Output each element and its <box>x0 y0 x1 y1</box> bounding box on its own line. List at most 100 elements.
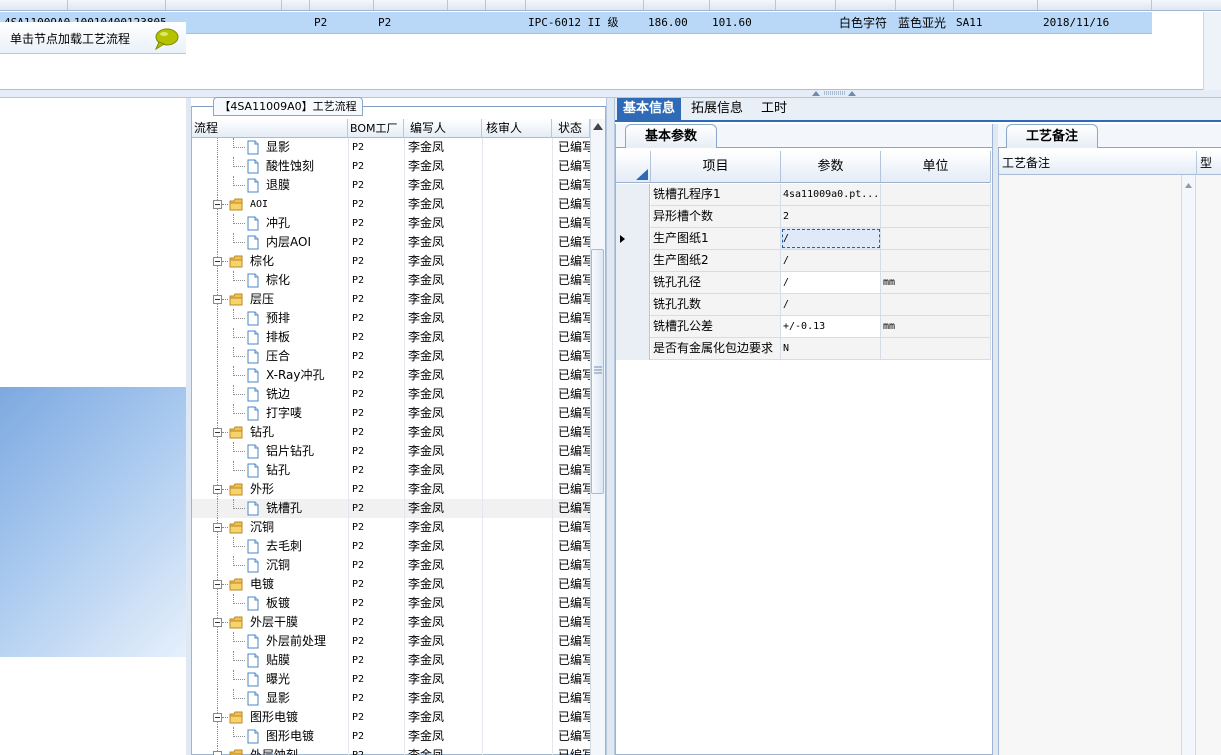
column-header-reviewer[interactable]: 核审人 <box>482 119 552 138</box>
process-tree-row[interactable]: 电镀 P2 李金凤 已编写 <box>192 575 590 594</box>
param-value-cell[interactable]: / <box>781 272 881 293</box>
process-tree-row[interactable]: 棕化 P2 李金凤 已编写 <box>192 252 590 271</box>
process-tree-row[interactable]: 退膜 P2 李金凤 已编写 <box>192 176 590 195</box>
column-header-remark[interactable]: 工艺备注 <box>999 151 1197 175</box>
row-selector[interactable] <box>616 272 650 294</box>
param-value-cell[interactable]: N <box>781 338 881 359</box>
column-header-flow[interactable]: 流程 <box>192 119 348 138</box>
row-selector[interactable] <box>616 338 650 360</box>
param-value-cell[interactable]: / <box>781 294 881 315</box>
process-tree-row[interactable]: 内层AOI P2 李金凤 已编写 <box>192 233 590 252</box>
process-tree-row[interactable]: 铣边 P2 李金凤 已编写 <box>192 385 590 404</box>
column-header-status[interactable]: 状态 <box>552 119 590 138</box>
tree-collapse-icon[interactable] <box>213 618 222 627</box>
tab-basic-params[interactable]: 基本参数 <box>625 124 717 148</box>
process-tree-row[interactable]: 板镀 P2 李金凤 已编写 <box>192 594 590 613</box>
param-row[interactable]: 异形槽个数 2 <box>616 206 991 228</box>
param-grid-corner[interactable] <box>616 151 651 183</box>
remark-grid-scrollbar[interactable] <box>1181 175 1196 755</box>
row-selector[interactable] <box>616 316 650 338</box>
process-tree-row[interactable]: 层压 P2 李金凤 已编写 <box>192 290 590 309</box>
row-selector[interactable] <box>616 294 650 316</box>
process-grid-scroll-thumb[interactable] <box>591 249 604 494</box>
tree-collapse-icon[interactable] <box>213 751 222 755</box>
splitter-grip-icon[interactable] <box>812 91 856 96</box>
process-tree-row[interactable]: 棕化 P2 李金凤 已编写 <box>192 271 590 290</box>
tree-collapse-icon[interactable] <box>213 713 222 722</box>
param-value-cell[interactable]: / <box>781 228 881 249</box>
scroll-up-arrow-icon[interactable] <box>593 123 603 130</box>
process-tree-row[interactable]: 沉铜 P2 李金凤 已编写 <box>192 556 590 575</box>
tree-collapse-icon[interactable] <box>213 295 222 304</box>
column-header-item[interactable]: 项目 <box>651 151 781 183</box>
process-step-label: 显影 <box>266 691 291 705</box>
process-tree-row[interactable]: 酸性蚀刻 P2 李金凤 已编写 <box>192 157 590 176</box>
param-row[interactable]: 生产图纸1/ <box>616 228 991 250</box>
process-tree-row[interactable]: 外层干膜 P2 李金凤 已编写 <box>192 613 590 632</box>
process-tree-row[interactable]: 打字唛 P2 李金凤 已编写 <box>192 404 590 423</box>
process-tree-row[interactable]: 钻孔 P2 李金凤 已编写 <box>192 423 590 442</box>
row-selector[interactable] <box>616 250 650 272</box>
row-selector[interactable] <box>616 184 650 206</box>
process-tree-row[interactable]: 铣槽孔 P2 李金凤 已编写 <box>192 499 590 518</box>
column-header-unit[interactable]: 单位 <box>881 151 991 183</box>
tree-collapse-icon[interactable] <box>213 257 222 266</box>
process-tree-row[interactable]: 图形电镀 P2 李金凤 已编写 <box>192 708 590 727</box>
scroll-up-arrow-icon[interactable] <box>1185 183 1192 188</box>
param-value-cell[interactable]: 2 <box>781 206 881 227</box>
param-value-cell[interactable]: / <box>781 250 881 271</box>
param-value-cell[interactable]: 4sa11009a0.pt... <box>781 184 881 205</box>
param-row[interactable]: 是否有金属化包边要求 N <box>616 338 991 360</box>
process-tree-row[interactable]: 铝片钻孔 P2 李金凤 已编写 <box>192 442 590 461</box>
process-tree-row[interactable]: 冲孔 P2 李金凤 已编写 <box>192 214 590 233</box>
center-splitter[interactable] <box>606 98 615 755</box>
remark-grid-body[interactable] <box>999 175 1181 755</box>
process-tree-row[interactable]: 图形电镀 P2 李金凤 已编写 <box>192 727 590 746</box>
tab-work-hours[interactable]: 工时 <box>755 98 793 120</box>
process-tree-row[interactable]: 曝光 P2 李金凤 已编写 <box>192 670 590 689</box>
process-tree-row[interactable]: 显影 P2 李金凤 已编写 <box>192 689 590 708</box>
tab-extended-info[interactable]: 拓展信息 <box>685 98 749 120</box>
process-tree-row[interactable]: 贴膜 P2 李金凤 已编写 <box>192 651 590 670</box>
reviewer-cell <box>484 404 550 423</box>
param-value-cell[interactable]: +/-0.13 <box>781 316 881 337</box>
tree-collapse-icon[interactable] <box>213 485 222 494</box>
process-tree-row[interactable]: AOI P2 李金凤 已编写 <box>192 195 590 214</box>
column-header-bom-factory[interactable]: BOM工厂 <box>348 119 404 138</box>
column-header-model[interactable]: 型号 <box>1197 151 1221 194</box>
process-tree-row[interactable]: 预排 P2 李金凤 已编写 <box>192 309 590 328</box>
tree-collapse-icon[interactable] <box>213 200 222 209</box>
status-cell: 已编写 <box>558 520 590 534</box>
process-tree-row[interactable]: 外层蚀刻 P2 李金凤 已编写 <box>192 746 590 755</box>
tree-collapse-icon[interactable] <box>213 580 222 589</box>
column-header-param[interactable]: 参数 <box>781 151 881 183</box>
param-row[interactable]: 铣孔孔径 / mm <box>616 272 991 294</box>
process-tree-row[interactable]: 排板 P2 李金凤 已编写 <box>192 328 590 347</box>
process-tree-row[interactable]: 钻孔 P2 李金凤 已编写 <box>192 461 590 480</box>
param-row[interactable]: 生产图纸2/ <box>616 250 991 272</box>
tree-collapse-icon[interactable] <box>213 428 222 437</box>
process-tree-row[interactable]: X-Ray冲孔 P2 李金凤 已编写 <box>192 366 590 385</box>
row-selector[interactable] <box>616 206 650 228</box>
process-tree-row[interactable]: 沉铜 P2 李金凤 已编写 <box>192 518 590 537</box>
process-tree-row[interactable]: 外形 P2 李金凤 已编写 <box>192 480 590 499</box>
param-row[interactable]: 铣槽孔公差 +/-0.13 mm <box>616 316 991 338</box>
node-panel-header[interactable]: 单击节点加载工艺流程 <box>0 22 186 54</box>
column-header-author[interactable]: 编写人 <box>404 119 482 138</box>
param-row[interactable]: 铣孔孔数 / <box>616 294 991 316</box>
chat-bubble-icon[interactable] <box>153 28 179 50</box>
param-row[interactable]: 铣槽孔程序1 4sa11009a0.pt... <box>616 184 991 206</box>
process-tree-row[interactable]: 外层前处理 P2 李金凤 已编写 <box>192 632 590 651</box>
column-separator <box>348 252 349 271</box>
process-tree-row[interactable]: 显影 P2 李金凤 已编写 <box>192 138 590 157</box>
process-tree-row[interactable]: 去毛刺 P2 李金凤 已编写 <box>192 537 590 556</box>
author-cell: 李金凤 <box>408 672 445 686</box>
tree-collapse-icon[interactable] <box>213 523 222 532</box>
order-grid-scrollbar[interactable] <box>1203 12 1221 90</box>
horizontal-splitter[interactable] <box>0 90 1221 98</box>
current-row-indicator-icon[interactable] <box>616 228 650 250</box>
tab-basic-info[interactable]: 基本信息 <box>617 98 682 120</box>
param-item-cell: 生产图纸2 <box>651 250 781 271</box>
process-tree-row[interactable]: 压合 P2 李金凤 已编写 <box>192 347 590 366</box>
tab-process-remark[interactable]: 工艺备注 <box>1006 124 1098 148</box>
